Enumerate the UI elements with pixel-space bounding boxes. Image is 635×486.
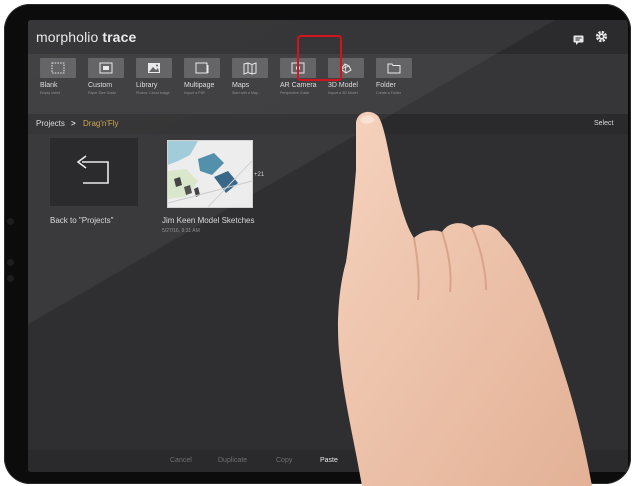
tool-label: Maps <box>232 82 250 89</box>
tool-sublabel: Start with a Map <box>232 91 258 95</box>
tool-sublabel: Paper Size Guide <box>88 91 117 95</box>
tool-sublabel: Create a Folder <box>376 91 401 95</box>
tool-folder[interactable]: Folder Create a Folder <box>376 58 420 112</box>
folder-icon <box>387 63 401 74</box>
paste-button[interactable]: Paste <box>320 457 338 464</box>
page-count-badge: +21 <box>254 172 265 178</box>
cancel-button[interactable]: Cancel <box>170 457 192 464</box>
project-thumbnail[interactable] <box>167 140 253 208</box>
blank-sheet-icon <box>51 62 65 74</box>
back-to-projects-label: Back to "Projects" <box>50 216 114 225</box>
bottom-action-bar: Cancel Duplicate Copy Paste Export <box>28 450 628 472</box>
copy-button[interactable]: Copy <box>276 457 292 464</box>
app-screen: morpholio trace Blank Empty sheet Custom… <box>28 20 628 472</box>
tool-label: 3D Model <box>328 82 358 89</box>
tool-sublabel: Import a 3D Model <box>328 91 358 95</box>
tool-highlight-box <box>297 35 342 81</box>
tool-sublabel: Import a PDF <box>184 91 206 95</box>
tool-label: Custom <box>88 82 113 89</box>
tool-label: Library <box>136 82 158 89</box>
gear-icon[interactable] <box>595 30 608 48</box>
comment-icon[interactable] <box>573 32 584 50</box>
side-sensor <box>7 275 14 282</box>
project-date: 5/27/16, 9:31 AM <box>162 228 200 234</box>
tool-blank[interactable]: Blank Empty sheet <box>40 58 84 112</box>
custom-paper-icon <box>99 62 113 74</box>
tool-label: Folder <box>376 82 396 89</box>
back-to-projects-tile[interactable] <box>50 138 138 206</box>
tool-label: Blank <box>40 82 58 89</box>
breadcrumb-separator: > <box>71 119 76 128</box>
select-button[interactable]: Select <box>594 120 613 127</box>
tool-sublabel: Perspective Guide <box>280 91 310 95</box>
breadcrumb-current: Drag'n'Fly <box>83 119 119 128</box>
duplicate-button[interactable]: Duplicate <box>218 457 247 464</box>
tool-multipage[interactable]: Multipage Import a PDF <box>184 58 228 112</box>
tool-sublabel: Photos, Cloud Image <box>136 91 170 95</box>
map-thumbnail <box>167 141 253 208</box>
export-button[interactable]: Export <box>363 457 383 464</box>
breadcrumb-root[interactable]: Projects <box>36 119 65 128</box>
project-title[interactable]: Jim Keen Model Sketches <box>162 216 255 225</box>
tool-sublabel: Empty sheet <box>40 91 60 95</box>
breadcrumb: Projects > Drag'n'Fly Select <box>28 114 628 134</box>
multipage-pdf-icon <box>195 62 209 74</box>
tool-library[interactable]: Library Photos, Cloud Image <box>136 58 180 112</box>
tool-label: Multipage <box>184 82 215 89</box>
tool-label: AR Camera <box>280 82 317 89</box>
back-arrow-icon <box>76 155 109 184</box>
side-sensor <box>7 259 14 266</box>
tool-custom[interactable]: Custom Paper Size Guide <box>88 58 132 112</box>
app-logo: morpholio trace <box>36 29 137 45</box>
side-sensor <box>7 218 14 225</box>
photo-library-icon <box>148 63 160 73</box>
tool-maps[interactable]: Maps Start with a Map <box>232 58 276 112</box>
map-icon <box>243 62 257 75</box>
